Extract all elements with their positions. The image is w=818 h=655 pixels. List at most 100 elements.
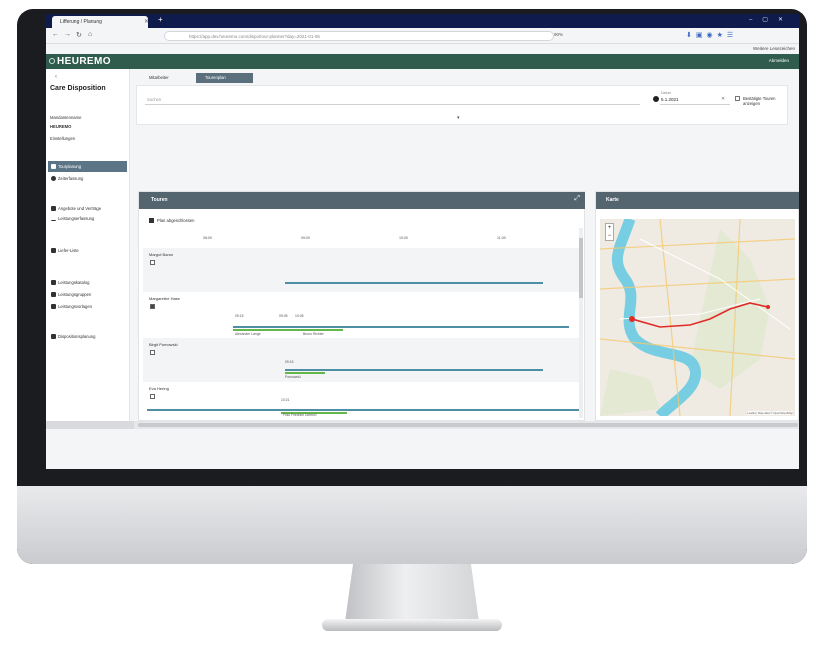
calendar-icon bbox=[51, 164, 56, 169]
show-confirmed-label: Bestätigte Touren anzeigen bbox=[743, 96, 776, 106]
forward-icon[interactable]: → bbox=[64, 31, 71, 38]
show-confirmed-checkbox[interactable] bbox=[735, 96, 740, 101]
sidebar-item-zeiterfassung[interactable]: Zeiterfassung bbox=[48, 173, 127, 184]
clock-icon bbox=[51, 176, 56, 181]
url-bar[interactable]: https://app.dev.heuremo.com/dispo/tour-p… bbox=[164, 31, 554, 41]
search-input[interactable]: Suchen bbox=[147, 97, 161, 102]
settings-link[interactable]: Einstellungen bbox=[50, 136, 75, 141]
sidebar-item-tourplanung[interactable]: Tourplanung bbox=[48, 161, 127, 172]
sidebar-item-liefer-liste[interactable]: Liefer-Liste bbox=[48, 245, 127, 256]
tab-mitarbeiter[interactable]: Mitarbeiter bbox=[140, 73, 169, 83]
main-content: Mitarbeiter Tourenplan Suchen Datum 5.1.… bbox=[134, 69, 799, 421]
sidebar-scroll-track bbox=[46, 421, 134, 429]
time-mark: 09:15 bbox=[235, 314, 244, 318]
planning-icon bbox=[51, 334, 56, 339]
home-icon[interactable]: ⌂ bbox=[88, 31, 92, 38]
group-icon bbox=[51, 292, 56, 297]
plan-label: Plan abgeschlossen bbox=[157, 218, 195, 223]
sidebar: ‹ Care Disposition Mandantenname HEUREMO… bbox=[46, 69, 130, 421]
employee-name: Birgit Pomowski bbox=[149, 342, 178, 347]
sidebar-item-leistungsgruppen[interactable]: Leistungsgruppen bbox=[48, 289, 127, 300]
karte-header: Karte bbox=[596, 192, 799, 209]
vertical-scrollbar[interactable] bbox=[579, 228, 583, 418]
date-underline bbox=[660, 104, 730, 105]
time-tick: 11:00 bbox=[497, 236, 506, 240]
stop-label: Pomowski bbox=[285, 375, 301, 379]
zoom-in-icon[interactable]: + bbox=[606, 224, 613, 232]
row-checkbox[interactable] bbox=[150, 260, 155, 265]
filter-panel: Suchen Datum 5.1.2021 ✕ Bestätigte Toure… bbox=[136, 85, 788, 125]
date-field[interactable]: 5.1.2021 bbox=[661, 97, 679, 102]
time-tick: 09:00 bbox=[301, 236, 310, 240]
extension-icons[interactable]: ⬇▣◉★☰ bbox=[686, 31, 737, 39]
time-mark: 10:05 bbox=[295, 314, 304, 318]
map-attribution: Leaflet | Map data © OpenStreetMap bbox=[747, 411, 793, 415]
logout-button[interactable]: Abmelden bbox=[769, 58, 789, 63]
close-icon[interactable]: ✕ bbox=[144, 16, 149, 28]
collapse-icon[interactable]: ‹ bbox=[55, 74, 57, 80]
browser-nav-bar: ← → ↻ ⌂ https://app.dev.heuremo.com/disp… bbox=[46, 28, 799, 44]
touren-panel: Touren ⤢ Plan abgeschlossen 08:00 09:00 … bbox=[138, 191, 585, 421]
url-text: https://app.dev.heuremo.com/dispo/tour-p… bbox=[189, 34, 320, 39]
logo-icon bbox=[49, 58, 55, 64]
new-tab-icon[interactable]: + bbox=[158, 15, 163, 24]
org-caption: Mandantenname bbox=[50, 115, 82, 120]
browser-tab[interactable]: Lifferung / Planung ✕ bbox=[52, 16, 149, 28]
row-checkbox[interactable] bbox=[150, 304, 155, 309]
route-map[interactable]: + − Leaflet | Map data © OpenStreetMap bbox=[600, 219, 795, 416]
horizontal-scrollbar[interactable] bbox=[46, 421, 799, 429]
tag-icon bbox=[51, 206, 56, 211]
row-checkbox[interactable] bbox=[150, 394, 155, 399]
sidebar-item-leistungskatalog[interactable]: Leistungskatalog bbox=[48, 277, 127, 288]
karte-title: Karte bbox=[606, 197, 619, 203]
list-icon bbox=[51, 248, 56, 253]
reload-icon[interactable]: ↻ bbox=[76, 31, 82, 39]
row-checkbox[interactable] bbox=[150, 350, 155, 355]
touren-header: Touren ⤢ bbox=[139, 192, 585, 209]
time-mark: 09:35 bbox=[279, 314, 288, 318]
chart-icon bbox=[51, 216, 56, 221]
back-icon[interactable]: ← bbox=[52, 31, 59, 38]
tour-row[interactable]: Margot Baron bbox=[143, 248, 579, 292]
monitor-stand bbox=[345, 564, 479, 622]
scroll-thumb[interactable] bbox=[138, 423, 798, 427]
chevron-down-icon[interactable]: ▾ bbox=[457, 115, 460, 121]
tour-bar[interactable] bbox=[233, 329, 343, 331]
stop-label: Bruno Richter bbox=[303, 332, 324, 336]
browser-tab-title: Lifferung / Planung bbox=[60, 19, 102, 25]
other-bookmarks[interactable]: Weitere Lesezeichen bbox=[753, 46, 795, 51]
scroll-thumb[interactable] bbox=[579, 238, 583, 298]
tour-bar[interactable] bbox=[285, 372, 325, 374]
tour-bar[interactable] bbox=[285, 282, 543, 284]
map-zoom-control[interactable]: + − bbox=[605, 223, 614, 241]
zoom-out-icon[interactable]: − bbox=[606, 232, 613, 240]
tour-bar[interactable] bbox=[147, 409, 579, 411]
org-name: HEUREMO bbox=[50, 124, 72, 129]
calendar-icon[interactable] bbox=[653, 96, 659, 102]
zoom-level[interactable]: 90% bbox=[554, 32, 563, 37]
sidebar-item-leistungsvorlagen[interactable]: Leistungsvorlagen bbox=[48, 301, 127, 312]
expand-icon[interactable]: ⤢ bbox=[574, 195, 580, 203]
app-header: HEUREMO Abmelden bbox=[46, 54, 799, 69]
catalog-icon bbox=[51, 280, 56, 285]
screen: Lifferung / Planung ✕ + –▢✕ ← → ↻ ⌂ http… bbox=[46, 14, 799, 469]
tour-row[interactable]: Margarethe Hase 09:15 09:35 10:05 Alexan… bbox=[143, 292, 579, 338]
sidebar-item-dispositionsplanung[interactable]: Dispositionsplanung bbox=[48, 331, 127, 342]
tour-bar[interactable] bbox=[233, 326, 569, 328]
time-tick: 10:00 bbox=[399, 236, 408, 240]
employee-name: Eva Hering bbox=[149, 386, 169, 391]
clear-icon[interactable]: ✕ bbox=[721, 96, 725, 102]
sidebar-item-leistungserfassung[interactable]: Leistungserfassung bbox=[48, 213, 127, 224]
tour-row[interactable]: Birgit Pomowski 09:15 Pomowski bbox=[143, 338, 579, 382]
karte-panel: Karte + − Leaflet | Map data © OpenStree… bbox=[595, 191, 799, 421]
window-controls[interactable]: –▢✕ bbox=[749, 16, 793, 23]
brand-logo: HEUREMO bbox=[57, 56, 111, 67]
map-graphic bbox=[600, 219, 795, 416]
template-icon bbox=[51, 304, 56, 309]
print-icon[interactable] bbox=[149, 218, 154, 223]
tour-row[interactable]: Eva Hering 10:21 Frau Friedrich Dietrich bbox=[143, 382, 579, 418]
tab-tourenplan[interactable]: Tourenplan bbox=[196, 73, 253, 83]
tour-bar[interactable] bbox=[285, 369, 543, 371]
stop-label: Alexander Lange bbox=[235, 332, 261, 336]
date-label: Datum bbox=[661, 91, 672, 95]
